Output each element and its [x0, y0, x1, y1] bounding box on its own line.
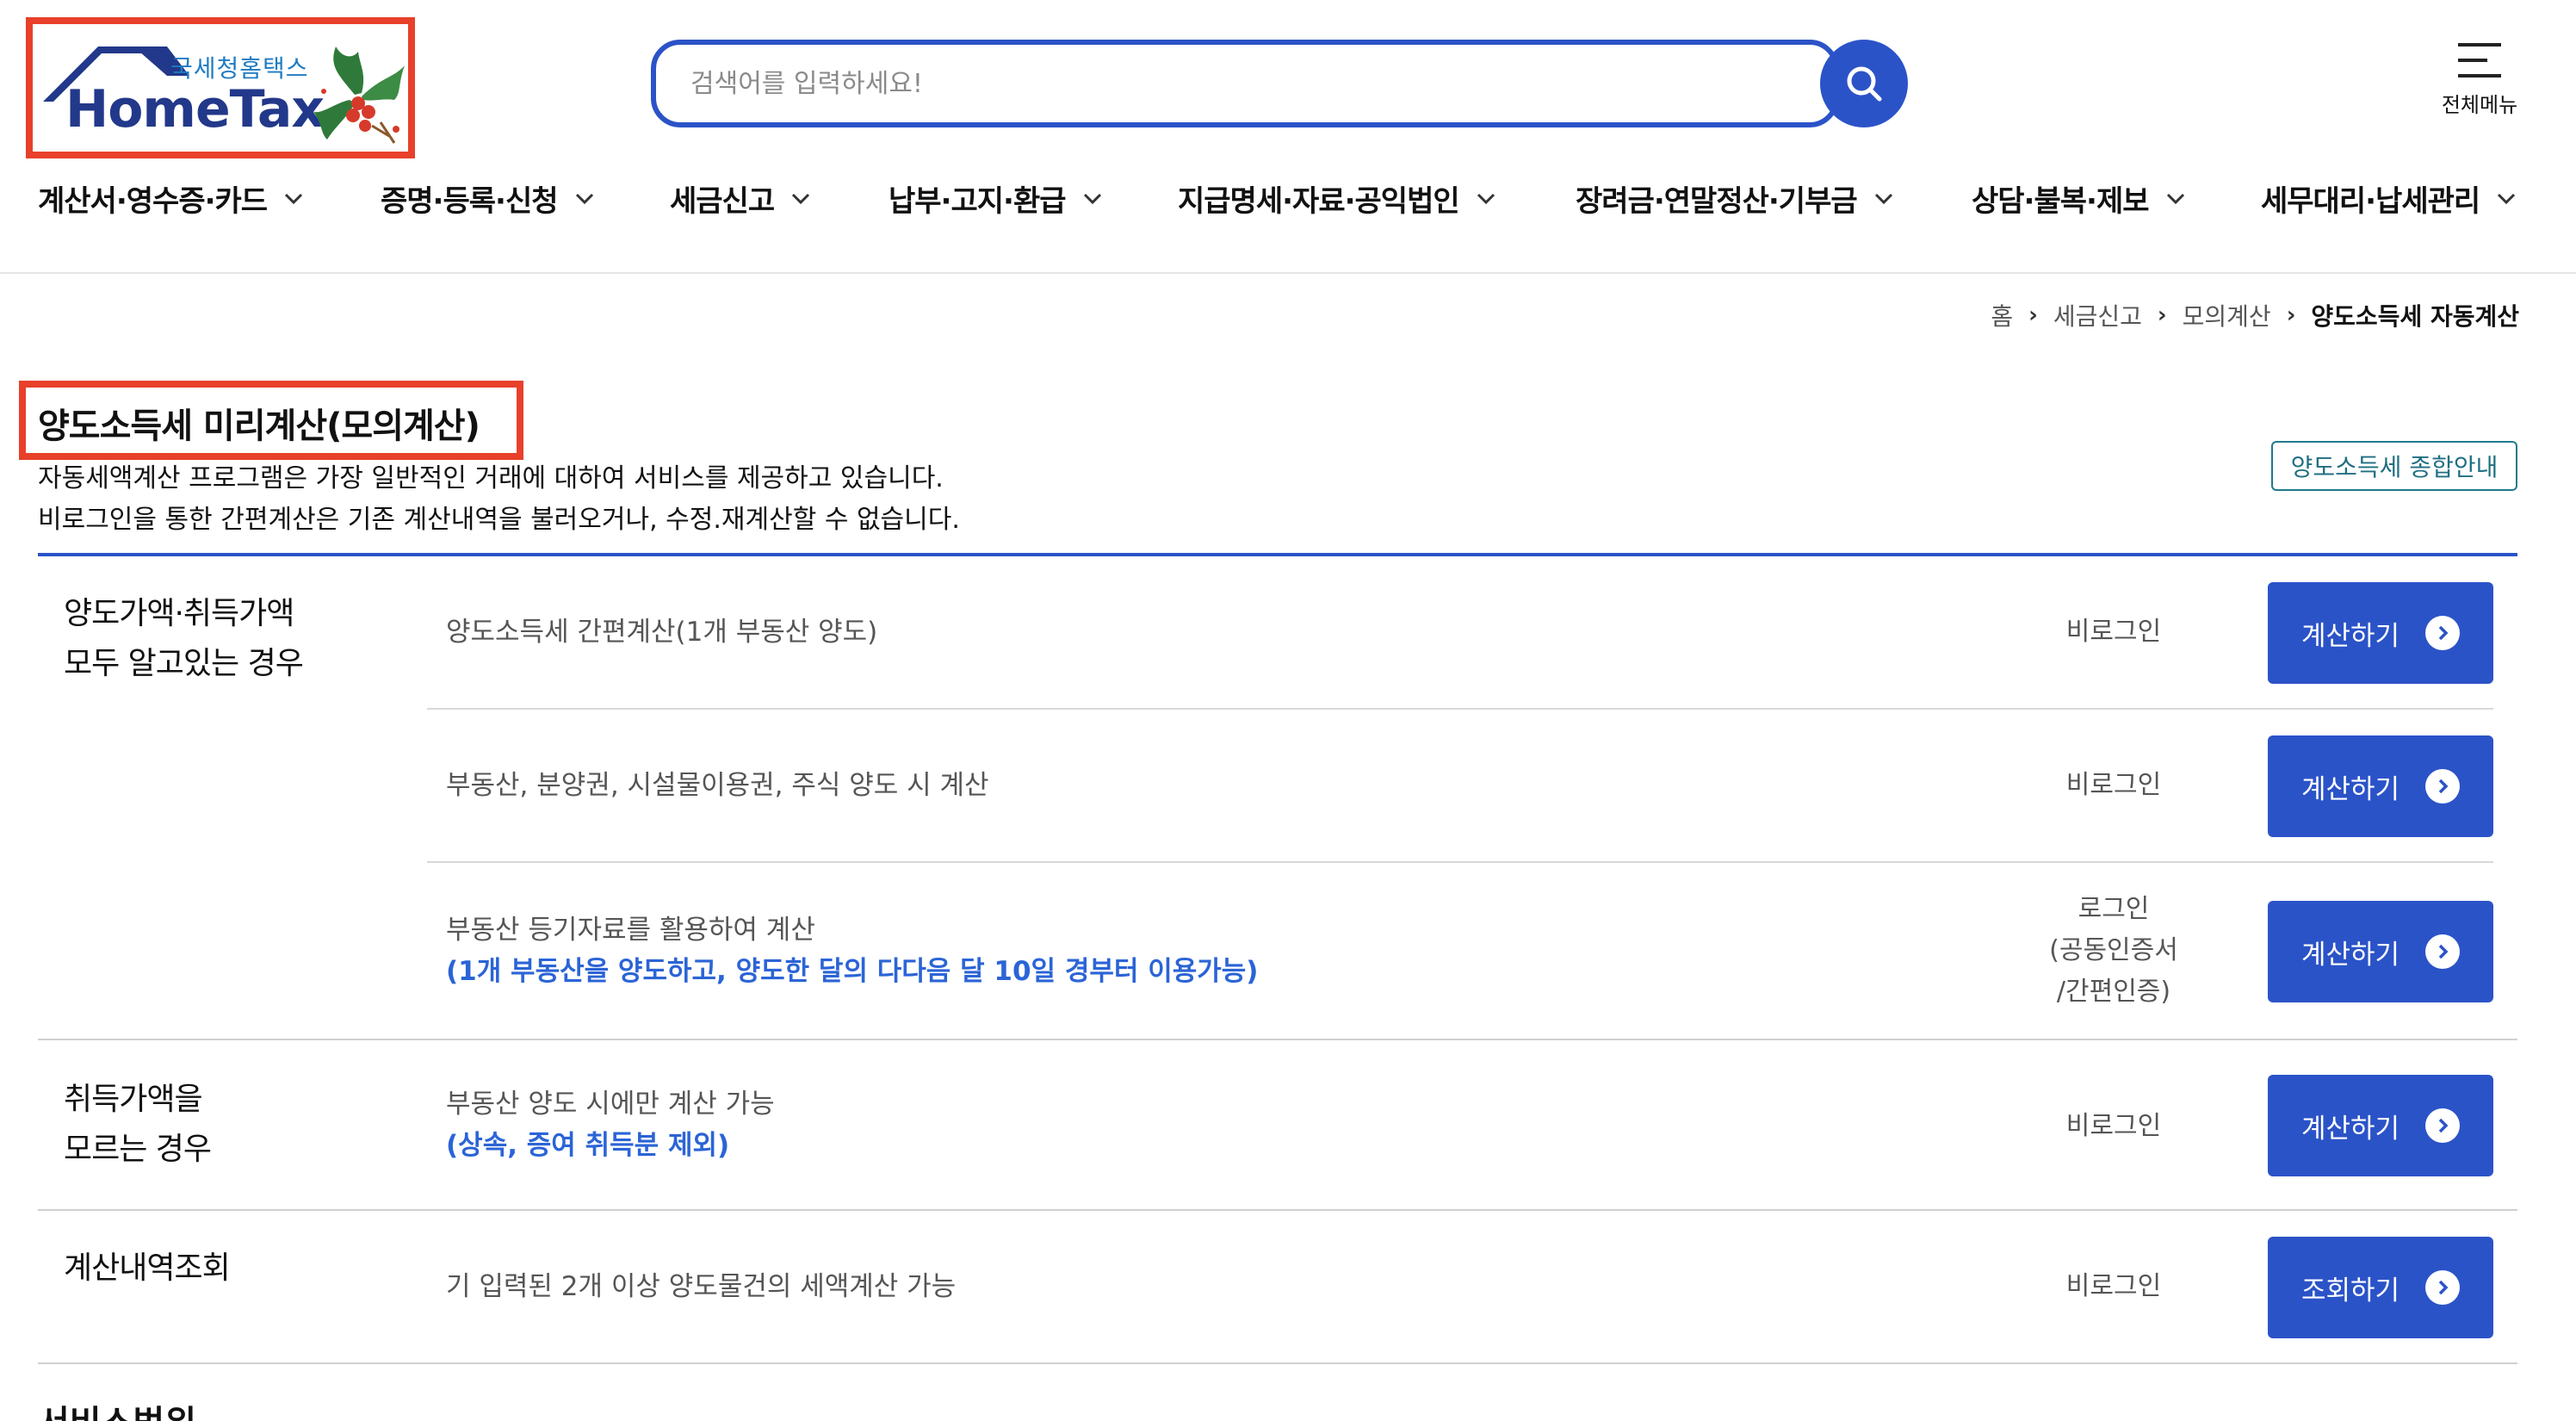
chevron-right-circle-icon: [2425, 934, 2461, 969]
chevron-down-icon: [2166, 193, 2184, 204]
chevron-right-icon: ›: [2157, 302, 2167, 328]
chevron-right-circle-icon: [2425, 616, 2461, 650]
login-requirement: 비로그인: [2040, 611, 2187, 653]
all-menu-label: 전체메뉴: [2441, 93, 2518, 117]
hometax-logo[interactable]: 국세청홈택스 HomeTax: [26, 17, 415, 158]
nav-item-payment-refund[interactable]: 납부·고지·환급: [889, 177, 1102, 220]
nav-item-incentive-settlement[interactable]: 장려금·연말정산·기부금: [1576, 177, 1893, 220]
chevron-down-icon: [792, 193, 810, 204]
calculate-button[interactable]: 계산하기: [2268, 1075, 2493, 1176]
item-description: 기 입력된 2개 이상 양도물건의 세액계산 가능: [446, 1271, 957, 1302]
item-description-block: 부동산 양도 시에만 계산 가능 (상속, 증여 취득분 제외): [446, 1083, 775, 1166]
item-note: (1개 부동산을 양도하고, 양도한 달의 다다음 달 10일 경부터 이용가능…: [446, 956, 1259, 987]
breadcrumb: 홈 › 세금신고 › 모의계산 › 양도소득세 자동계산: [1991, 298, 2519, 332]
login-requirement-line: 비로그인: [2065, 770, 2162, 800]
breadcrumb-current: 양도소득세 자동계산: [2311, 302, 2519, 331]
lookup-button-label: 조회하기: [2300, 1275, 2400, 1306]
breadcrumb-simulation[interactable]: 모의계산: [2183, 298, 2271, 332]
page-description-2: 비로그인을 통한 간편계산은 기존 계산내역을 불러오거나, 수정.재계산할 수…: [38, 505, 960, 535]
chevron-right-circle-icon: [2425, 769, 2461, 804]
item-note: (상속, 증여 취득분 제외): [446, 1130, 730, 1161]
item-description-block: 부동산 등기자료를 활용하여 계산 (1개 부동산을 양도하고, 양도한 달의 …: [446, 909, 1258, 992]
calculate-button[interactable]: 계산하기: [2268, 582, 2493, 684]
all-menu-button[interactable]: 전체메뉴: [2428, 36, 2531, 131]
search-bar: [651, 40, 1839, 127]
chevron-right-circle-icon: [2425, 1108, 2461, 1143]
group-divider: [38, 1039, 2517, 1040]
login-requirement: 비로그인: [2040, 765, 2187, 806]
search-input[interactable]: [651, 40, 1839, 127]
group-label-line: 모르는 경우: [64, 1132, 212, 1167]
page-description-1: 자동세액계산 프로그램은 가장 일반적인 거래에 대하여 서비스를 제공하고 있…: [38, 463, 944, 493]
login-requirement-line: 비로그인: [2065, 617, 2162, 647]
main-nav: 계산서·영수증·카드 증명·등록·신청 세금신고 납부·고지·환급 지급명세·자…: [0, 177, 2576, 229]
calculate-button[interactable]: 계산하기: [2268, 901, 2493, 1002]
nav-item-payment-statement[interactable]: 지급명세·자료·공익법인: [1178, 177, 1495, 220]
nav-item-label: 세무대리·납세관리: [2261, 184, 2480, 219]
nav-item-consulting-appeal[interactable]: 상담·불복·제보: [1972, 177, 2185, 220]
hamburger-icon: [2458, 43, 2501, 78]
logo-title: HomeTax: [65, 79, 325, 140]
nav-item-certificate-register[interactable]: 증명·등록·신청: [381, 177, 594, 220]
nav-item-label: 계산서·영수증·카드: [38, 184, 268, 219]
calculate-button[interactable]: 계산하기: [2268, 735, 2493, 837]
nav-item-label: 상담·불복·제보: [1972, 184, 2150, 219]
page-title: 양도소득세 미리계산(모의계산): [38, 406, 480, 446]
group-label-line: 계산내역조회: [64, 1250, 231, 1286]
login-requirement: 비로그인: [2040, 1266, 2187, 1307]
row-divider: [427, 708, 2493, 710]
chevron-down-icon: [2498, 193, 2516, 204]
calculate-button-label: 계산하기: [2300, 773, 2400, 805]
calculate-button-label: 계산하기: [2300, 1113, 2400, 1145]
site-header: 국세청홈택스 HomeTax 전체메뉴 계산서·영수증·: [0, 0, 2576, 274]
group-divider: [38, 1209, 2517, 1211]
holly-icon: [313, 47, 405, 144]
calculate-button-label: 계산하기: [2300, 620, 2400, 652]
chevron-right-circle-icon: [2425, 1270, 2461, 1305]
nav-item-tax-agent[interactable]: 세무대리·납세관리: [2261, 177, 2516, 220]
calculate-button-label: 계산하기: [2300, 939, 2400, 971]
chevron-right-icon: ›: [2286, 302, 2296, 328]
item-description: 부동산 등기자료를 활용하여 계산: [446, 915, 815, 946]
login-requirement-line: (공동인증서: [2049, 935, 2178, 965]
group-label-acquisition-unknown: 취득가액을 모르는 경우: [64, 1075, 212, 1175]
item-description: 부동산, 분양권, 시설물이용권, 주식 양도 시 계산: [446, 770, 989, 801]
login-requirement: 비로그인: [2040, 1106, 2187, 1147]
item-description: 양도소득세 간편계산(1개 부동산 양도): [446, 617, 878, 648]
chevron-down-icon: [285, 193, 303, 204]
chevron-down-icon: [1477, 193, 1495, 204]
nav-item-label: 장려금·연말정산·기부금: [1576, 184, 1858, 219]
lookup-button[interactable]: 조회하기: [2268, 1237, 2493, 1338]
item-description: 부동산 양도 시에만 계산 가능: [446, 1089, 775, 1120]
nav-item-tax-report[interactable]: 세금신고: [670, 177, 810, 220]
chevron-down-icon: [1083, 193, 1101, 204]
row-divider: [427, 861, 2493, 863]
chevron-down-icon: [1874, 193, 1892, 204]
group-label-line: 양도가액·취득가액: [64, 596, 294, 631]
chevron-down-icon: [575, 193, 593, 204]
group-label-history-lookup: 계산내역조회: [64, 1244, 231, 1294]
nav-item-invoice-receipt-card[interactable]: 계산서·영수증·카드: [38, 177, 303, 220]
search-icon: [1847, 66, 1882, 102]
group-divider: [38, 1362, 2517, 1364]
nav-item-label: 지급명세·자료·공익법인: [1178, 184, 1460, 219]
nav-item-label: 세금신고: [670, 184, 775, 219]
login-requirement-line: 비로그인: [2065, 1111, 2162, 1141]
nav-item-label: 증명·등록·신청: [381, 184, 559, 219]
chevron-right-icon: ›: [2028, 302, 2038, 328]
breadcrumb-tax-report[interactable]: 세금신고: [2053, 298, 2142, 332]
table-top-rule: [38, 553, 2517, 556]
login-requirement-line: /간편인증): [2056, 977, 2171, 1007]
login-requirement-line: 로그인: [2078, 894, 2150, 924]
group-label-line: 모두 알고있는 경우: [64, 646, 304, 681]
nav-item-label: 납부·고지·환급: [889, 184, 1067, 219]
login-requirement: 로그인 (공동인증서 /간편인증): [2040, 889, 2187, 1013]
group-label-line: 취득가액을: [64, 1082, 203, 1117]
service-scope-heading: 서비스범위: [38, 1395, 196, 1421]
capital-gains-guide-button[interactable]: 양도소득세 종합안내: [2271, 441, 2517, 491]
group-label-both-known: 양도가액·취득가액 모두 알고있는 경우: [64, 589, 304, 689]
breadcrumb-home[interactable]: 홈: [1991, 298, 2013, 332]
login-requirement-line: 비로그인: [2065, 1271, 2162, 1301]
search-button[interactable]: [1820, 40, 1908, 127]
